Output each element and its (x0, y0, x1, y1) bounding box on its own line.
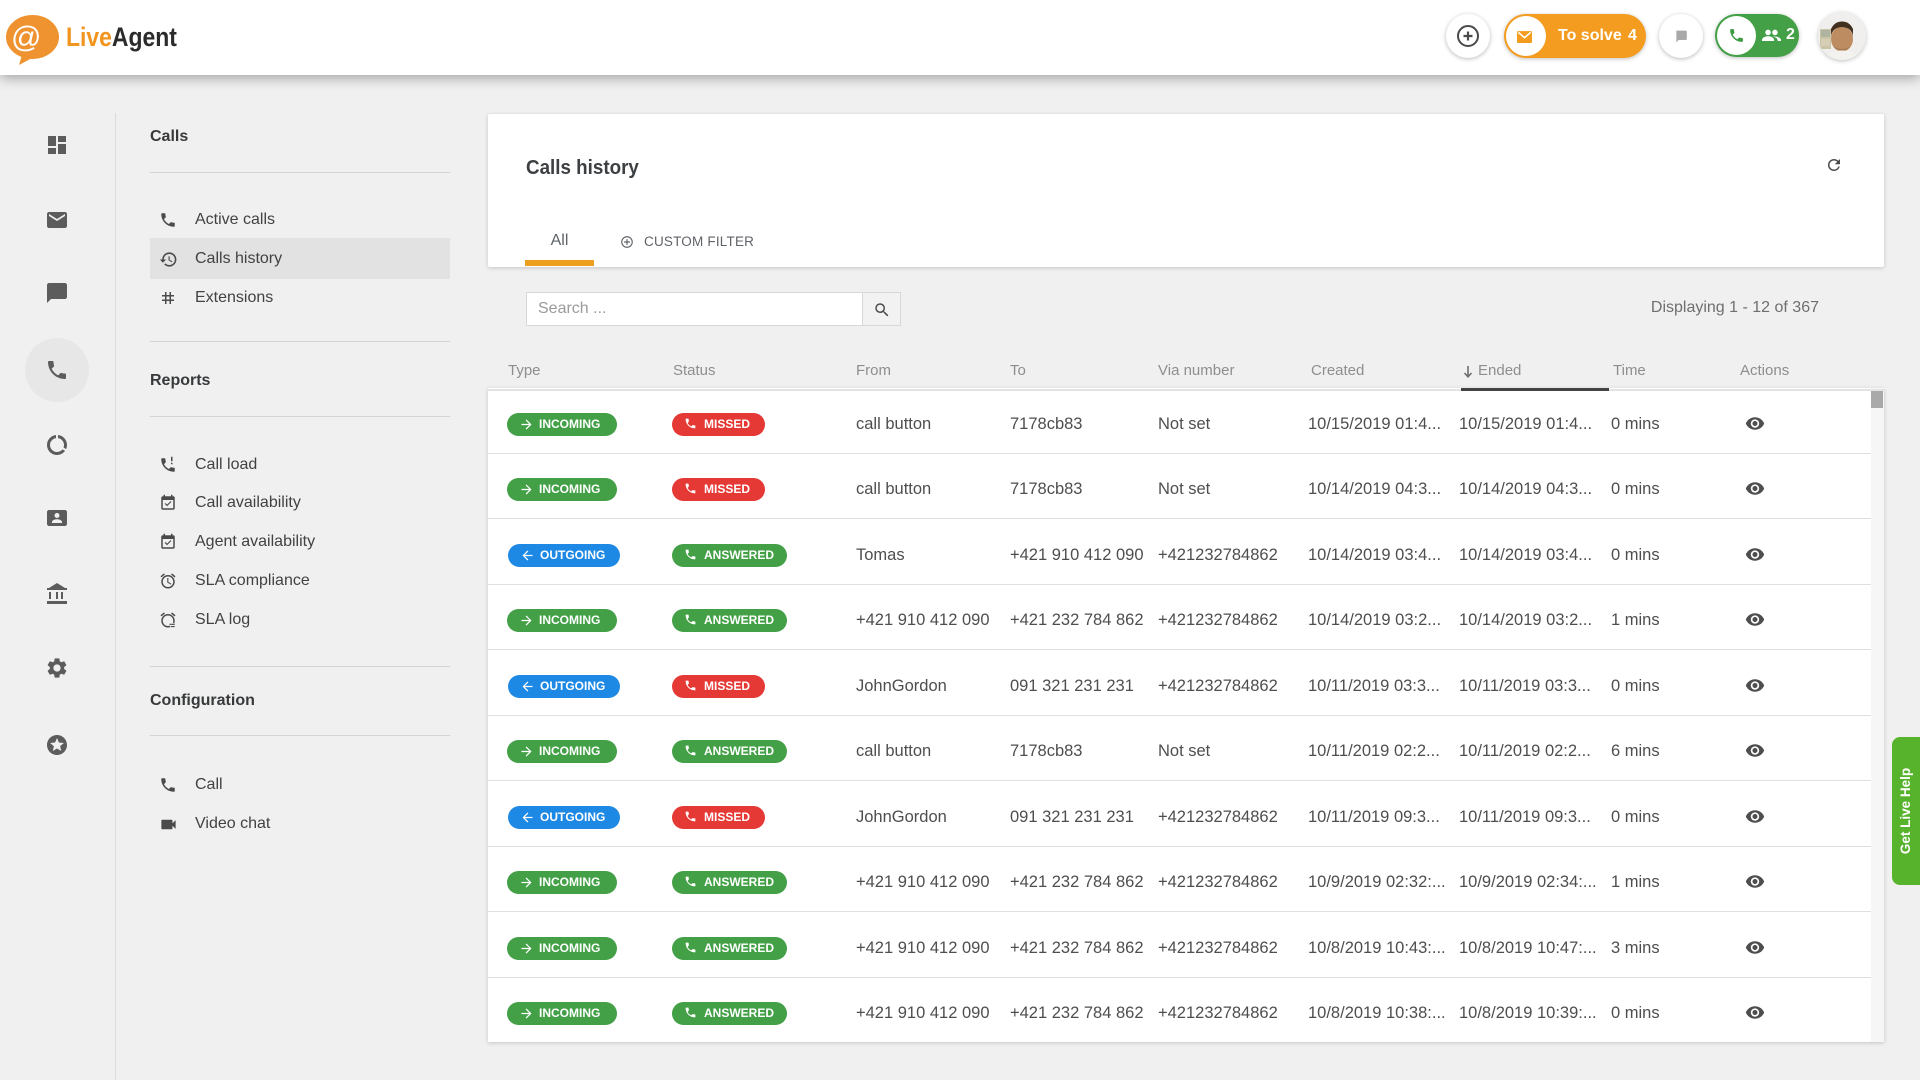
svg-text:@: @ (11, 21, 41, 54)
